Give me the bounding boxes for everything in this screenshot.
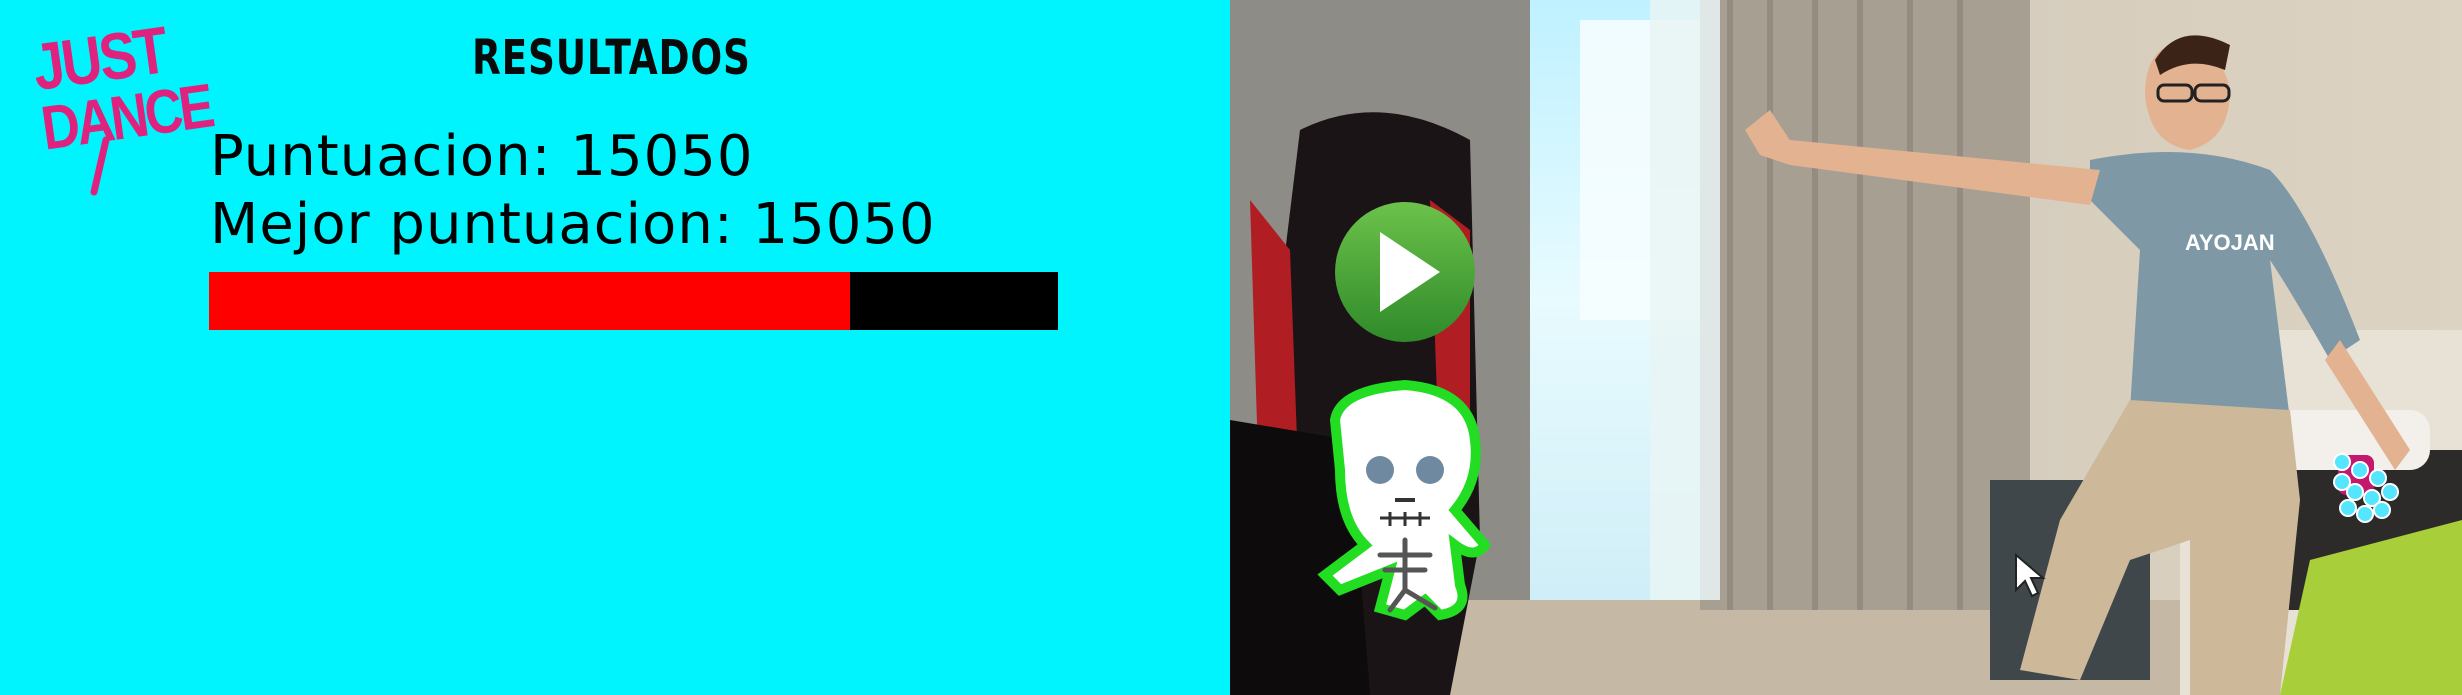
play-button[interactable] xyxy=(1335,202,1475,342)
best-score-line: Mejor puntuacion: 15050 xyxy=(210,192,936,257)
results-title: RESULTADOS xyxy=(472,30,751,86)
camera-feed: AYOJAN xyxy=(1230,0,2462,695)
score-line: Puntuacion: 15050 xyxy=(210,124,753,189)
score-value: 15050 xyxy=(570,124,754,189)
skeleton-dancer-icon[interactable] xyxy=(1317,379,1492,621)
shirt-print: AYOJAN xyxy=(2185,230,2275,255)
score-progress-fill xyxy=(209,272,850,330)
best-score-label: Mejor puntuacion: xyxy=(210,192,734,257)
results-panel: JUST DANCE RESULTADOS Puntuacion: 15050 … xyxy=(0,0,1230,695)
curtain xyxy=(1700,0,2030,610)
best-score-value: 15050 xyxy=(752,192,936,257)
sheer-curtain xyxy=(1650,0,1720,600)
score-progress-bar xyxy=(209,272,1058,330)
game-screen: JUST DANCE RESULTADOS Puntuacion: 15050 … xyxy=(0,0,2462,695)
camera-scene: AYOJAN xyxy=(1230,0,2462,695)
skeleton-eye-left xyxy=(1366,456,1394,484)
score-label: Puntuacion: xyxy=(210,124,552,189)
just-dance-logo: JUST DANCE xyxy=(36,13,216,196)
skeleton-eye-right xyxy=(1416,456,1444,484)
